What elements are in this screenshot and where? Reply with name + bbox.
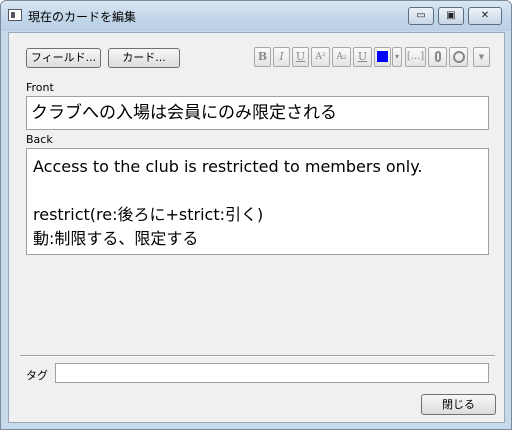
app-icon <box>8 9 22 21</box>
fields-button[interactable]: フィールド... <box>26 48 101 68</box>
front-label: Front <box>26 81 54 94</box>
front-field[interactable]: クラブへの入場は会員にのみ限定される <box>26 96 489 130</box>
window-title: 現在のカードを編集 <box>28 10 137 24</box>
back-label: Back <box>26 133 53 146</box>
close-button[interactable]: 閉じる <box>421 394 496 415</box>
text-color-button[interactable]: U <box>353 47 372 67</box>
title-bar[interactable]: 現在のカードを編集 ▭ ▣ ✕ <box>1 1 511 31</box>
back-line-2: restrict(re:後ろに+strict:引く) <box>33 205 264 224</box>
bold-button[interactable]: B <box>254 47 271 67</box>
maximize-button[interactable]: ▣ <box>438 7 464 25</box>
color-swatch-button[interactable] <box>374 47 391 67</box>
back-field[interactable]: Access to the club is restricted to memb… <box>26 148 489 255</box>
dialog-body: フィールド... カード... B I U A² A₂ U ▾ [...] ▼ … <box>8 32 505 423</box>
maximize-icon: ▣ <box>446 10 456 21</box>
color-swatch-icon <box>377 51 388 62</box>
minimize-icon: ▭ <box>416 10 426 21</box>
separator <box>20 355 495 357</box>
underline-button[interactable]: U <box>292 47 309 67</box>
close-icon: ✕ <box>480 10 490 21</box>
subscript-button[interactable]: A₂ <box>332 47 351 67</box>
paperclip-icon <box>434 51 441 62</box>
color-dropdown-button[interactable]: ▾ <box>392 47 402 67</box>
back-line-3: 動:制限する、限定する <box>33 229 199 248</box>
minimize-button[interactable]: ▭ <box>408 7 434 25</box>
back-line-1: Access to the club is restricted to memb… <box>33 157 423 176</box>
cloze-button[interactable]: [...] <box>405 47 426 67</box>
tags-label: タグ <box>26 369 48 382</box>
tags-input[interactable] <box>55 363 489 383</box>
chevron-down-icon: ▼ <box>478 53 485 61</box>
record-button[interactable] <box>449 47 468 67</box>
record-icon <box>452 51 465 63</box>
more-dropdown-button[interactable]: ▼ <box>473 47 490 67</box>
editor-window: 現在のカードを編集 ▭ ▣ ✕ フィールド... カード... B I U A²… <box>0 0 512 430</box>
close-window-button[interactable]: ✕ <box>468 7 502 25</box>
italic-button[interactable]: I <box>273 47 290 67</box>
attach-button[interactable] <box>428 47 447 67</box>
cards-button[interactable]: カード... <box>108 48 180 68</box>
superscript-button[interactable]: A² <box>311 47 330 67</box>
